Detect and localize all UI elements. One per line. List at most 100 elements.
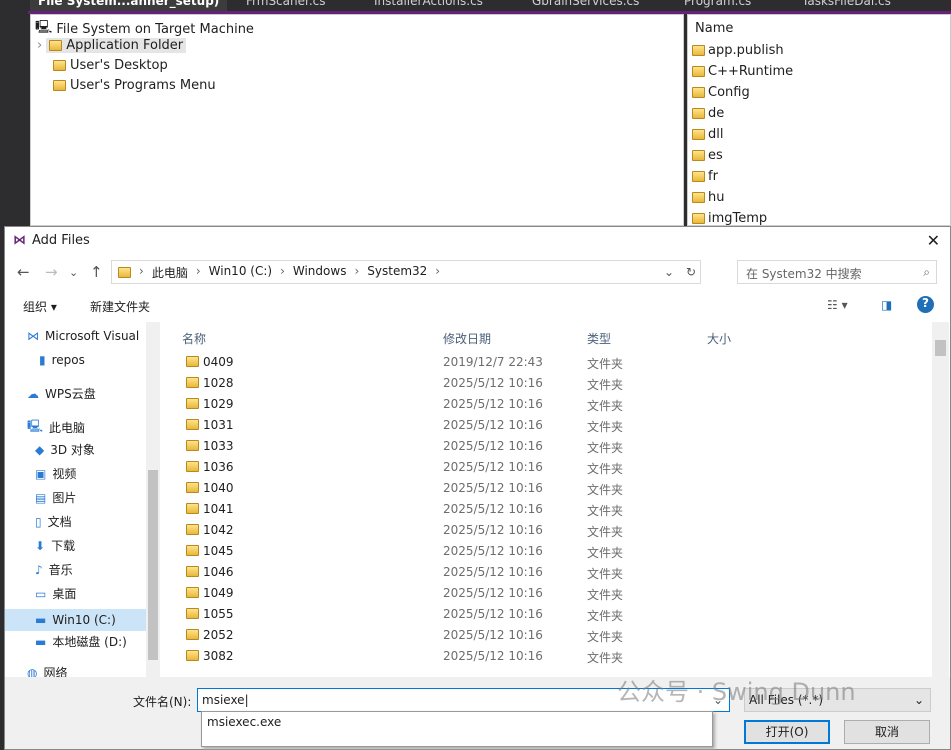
folder-icon xyxy=(186,398,199,409)
sidebar-item[interactable]: ◆3D 对象 xyxy=(35,441,95,458)
sidebar-item[interactable]: ⋈Microsoft Visual xyxy=(27,329,139,343)
sidebar-item[interactable]: ▮repos xyxy=(39,353,85,367)
sidebar-item[interactable]: ▭桌面 xyxy=(35,585,76,602)
folder-icon xyxy=(186,356,199,367)
forward-button[interactable]: → xyxy=(45,263,58,281)
open-button[interactable]: 打开(O) xyxy=(744,720,830,744)
folder-icon xyxy=(186,377,199,388)
breadcrumb: › 此电脑 › Win10 (C:) › Windows › System32 › xyxy=(139,264,440,281)
cloud-icon: ☁ xyxy=(27,387,39,401)
close-button[interactable]: ✕ xyxy=(927,231,940,250)
file-type: 文件夹 xyxy=(587,586,623,603)
file-row[interactable]: 10282025/5/12 10:16文件夹 xyxy=(170,373,770,394)
file-row[interactable]: 10492025/5/12 10:16文件夹 xyxy=(170,583,770,604)
chevron-right-icon[interactable]: › xyxy=(37,38,42,53)
folder-item[interactable]: de xyxy=(692,106,724,121)
navigation-scrollbar[interactable] xyxy=(146,322,160,677)
file-list-scrollbar[interactable] xyxy=(932,322,949,677)
3d-objects-icon: ◆ xyxy=(35,443,44,457)
name-column-header[interactable]: Name xyxy=(695,21,733,36)
sidebar-item[interactable]: ▯文档 xyxy=(35,513,72,530)
breadcrumb-separator-icon[interactable]: › xyxy=(435,264,440,281)
file-date: 2025/5/12 10:16 xyxy=(443,628,543,642)
file-row[interactable]: 10412025/5/12 10:16文件夹 xyxy=(170,499,770,520)
file-row[interactable]: 04092019/12/7 22:43文件夹 xyxy=(170,352,770,373)
file-row[interactable]: 10332025/5/12 10:16文件夹 xyxy=(170,436,770,457)
file-row[interactable]: 10452025/5/12 10:16文件夹 xyxy=(170,541,770,562)
view-options-icon[interactable]: ☷ ▾ xyxy=(827,298,848,312)
breadcrumb-separator-icon[interactable]: › xyxy=(139,264,144,281)
sidebar-item[interactable]: ☁WPS云盘 xyxy=(27,385,96,402)
file-name: 1028 xyxy=(203,376,234,390)
autocomplete-item[interactable]: msiexec.exe xyxy=(207,715,707,729)
help-icon[interactable]: ? xyxy=(917,296,934,313)
breadcrumb-separator-icon[interactable]: › xyxy=(354,264,359,281)
folder-item[interactable]: imgTemp xyxy=(692,211,767,226)
file-row[interactable]: 10422025/5/12 10:16文件夹 xyxy=(170,520,770,541)
folder-item[interactable]: hu xyxy=(692,190,724,205)
column-header-type[interactable]: 类型 xyxy=(587,330,611,347)
file-list: 名称 修改日期 类型 大小 04092019/12/7 22:43文件夹1028… xyxy=(170,322,933,677)
folder-item[interactable]: Config xyxy=(692,85,750,100)
sidebar-item[interactable]: ⬇下载 xyxy=(35,537,75,554)
breadcrumb-separator-icon[interactable]: › xyxy=(280,264,285,281)
folder-item[interactable]: app.publish xyxy=(692,43,784,58)
file-row[interactable]: 10312025/5/12 10:16文件夹 xyxy=(170,415,770,436)
sidebar-item[interactable]: ▤图片 xyxy=(35,489,76,506)
organize-button[interactable]: 组织 ▾ xyxy=(23,298,57,315)
column-header-size[interactable]: 大小 xyxy=(707,330,731,347)
file-row[interactable]: 10402025/5/12 10:16文件夹 xyxy=(170,478,770,499)
folder-item-label: Config xyxy=(708,85,750,100)
computer-icon: 🖳 xyxy=(27,417,43,438)
address-bar[interactable]: › 此电脑 › Win10 (C:) › Windows › System32 › ⌄ ↻ xyxy=(111,260,701,284)
file-type: 文件夹 xyxy=(587,523,623,540)
file-row[interactable]: 10292025/5/12 10:16文件夹 xyxy=(170,394,770,415)
search-input[interactable]: 在 System32 中搜索⌕ xyxy=(737,260,937,284)
tree-item-users-desktop[interactable]: User's Desktop xyxy=(53,58,168,73)
up-button[interactable]: ↑ xyxy=(90,263,103,281)
folder-item-label: dll xyxy=(708,127,723,142)
file-date: 2025/5/12 10:16 xyxy=(443,502,543,516)
column-header-date[interactable]: 修改日期 xyxy=(443,330,491,347)
breadcrumb-item[interactable]: Win10 (C:) xyxy=(209,264,272,281)
sidebar-item[interactable]: 🖳此电脑 xyxy=(27,417,85,438)
column-header-name[interactable]: 名称 xyxy=(182,330,206,347)
folder-item[interactable]: C++Runtime xyxy=(692,64,793,79)
file-date: 2025/5/12 10:16 xyxy=(443,586,543,600)
sidebar-item[interactable]: ♪音乐 xyxy=(35,561,73,578)
file-date: 2019/12/7 22:43 xyxy=(443,355,543,369)
cancel-button[interactable]: 取消 xyxy=(844,720,930,744)
folder-item[interactable]: es xyxy=(692,148,723,163)
file-row[interactable]: 30822025/5/12 10:16文件夹 xyxy=(170,646,770,667)
tree-item-users-programs-menu[interactable]: User's Programs Menu xyxy=(53,78,216,93)
sidebar-item[interactable]: ▣视频 xyxy=(35,465,76,482)
tree-item-application-folder[interactable]: › Application Folder xyxy=(37,38,186,53)
refresh-icon[interactable]: ↻ xyxy=(686,265,696,279)
recent-dropdown[interactable]: ⌄ xyxy=(69,266,78,279)
breadcrumb-item[interactable]: System32 xyxy=(367,264,427,281)
folder-item[interactable]: fr xyxy=(692,169,718,184)
address-dropdown-icon[interactable]: ⌄ xyxy=(664,265,674,279)
sidebar-item[interactable]: ▬Win10 (C:) xyxy=(5,609,146,631)
file-row[interactable]: 10362025/5/12 10:16文件夹 xyxy=(170,457,770,478)
music-icon: ♪ xyxy=(35,563,43,577)
breadcrumb-separator-icon[interactable]: › xyxy=(196,264,201,281)
file-row[interactable]: 10552025/5/12 10:16文件夹 xyxy=(170,604,770,625)
back-button[interactable]: ← xyxy=(17,263,30,281)
breadcrumb-item[interactable]: Windows xyxy=(293,264,347,281)
file-row[interactable]: 20522025/5/12 10:16文件夹 xyxy=(170,625,770,646)
sidebar-item[interactable]: ▬本地磁盘 (D:) xyxy=(35,633,127,650)
file-type: 文件夹 xyxy=(587,544,623,561)
watermark-text: 公众号 · Swing Dunn xyxy=(617,678,856,706)
tree-root[interactable]: 🖳File System on Target Machine xyxy=(35,18,254,40)
sidebar-item-label: 桌面 xyxy=(52,585,76,602)
tree-item-label: Application Folder xyxy=(66,38,183,53)
folder-item-label: fr xyxy=(708,169,718,184)
preview-pane-icon[interactable]: ◨ xyxy=(881,298,892,312)
file-row[interactable]: 10462025/5/12 10:16文件夹 xyxy=(170,562,770,583)
folder-item[interactable]: dll xyxy=(692,127,723,142)
new-folder-button[interactable]: 新建文件夹 xyxy=(90,298,150,315)
breadcrumb-item[interactable]: 此电脑 xyxy=(152,264,188,281)
file-date: 2025/5/12 10:16 xyxy=(443,397,543,411)
video-icon: ▣ xyxy=(35,467,46,481)
